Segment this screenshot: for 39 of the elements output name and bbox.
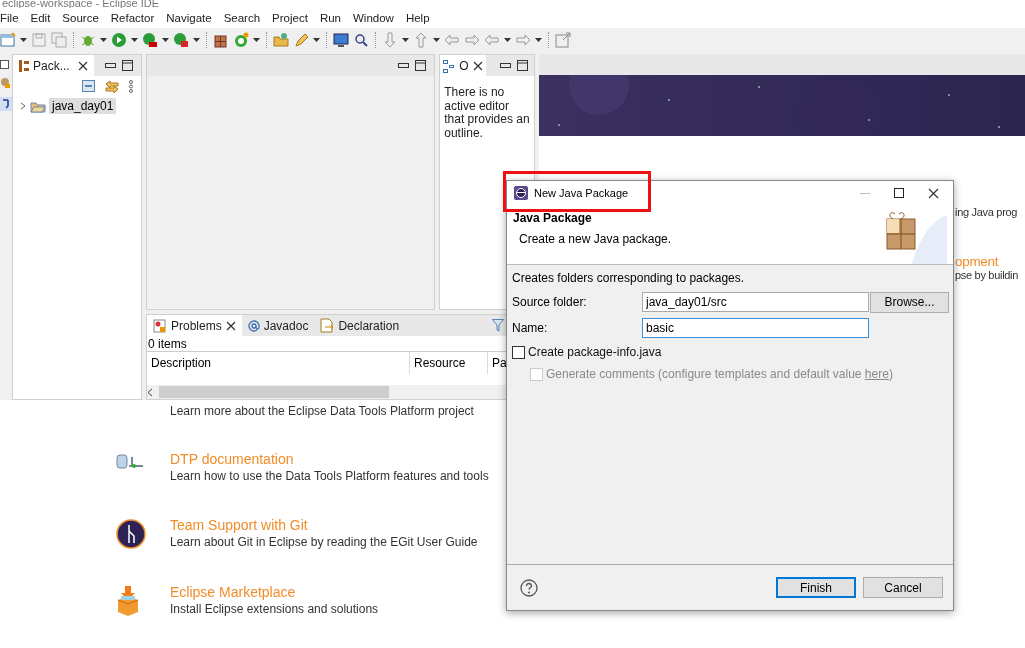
tree-item[interactable]: java_day01 [49,98,117,114]
menu-item[interactable]: Search [217,12,267,24]
view-tab[interactable]: Problems [147,315,242,336]
view-tab[interactable]: Javadoc [241,315,315,336]
description-text: pse by buildin [955,269,1019,281]
menu-item[interactable]: Project [266,12,314,24]
checkbox-label: Generate comments (configure templates and default value here) [546,367,893,381]
page-subtitle: Create a new Java package. [519,232,672,246]
menu-item[interactable]: Help [399,12,436,24]
menu-item[interactable]: Edit [24,12,57,24]
item-count: 0 items [147,336,188,351]
menu-item[interactable]: Source [56,12,105,24]
view-tab[interactable]: Declaration [314,315,406,336]
view-tab[interactable]: O [440,55,486,76]
description-text: ing Java prog [955,206,1018,218]
browse-button[interactable]: Browse... [870,291,949,313]
info-message: Creates folders corresponding to packages. [512,271,746,285]
description-text: Install Eclipse extensions and solutions [170,601,380,616]
column-header[interactable]: Description [147,352,410,374]
menu-item[interactable]: Run [313,12,347,24]
dialog-title: New Java Package [534,187,629,199]
dialog-button[interactable]: Finish [776,577,856,598]
text-field[interactable]: java_day01/src [642,292,869,312]
checkbox-label: Create package-info.java [528,345,662,359]
page-heading: Java Package [513,211,593,225]
description-text: Learn more about the Eclipse Data Tools Platform project [170,404,475,418]
menu-item[interactable]: File [0,12,25,24]
dialog-button[interactable]: Cancel [863,577,943,598]
menu-item[interactable]: Window [347,12,400,24]
view-tab[interactable]: Pack... [13,55,94,76]
field-label: Source folder: [512,295,588,309]
column-header[interactable]: Resource [410,352,488,374]
outline-message: There is no active editor that provides an outline. [444,86,530,140]
description-text: Learn how to use the Data Tools Platform features and tools [170,469,490,484]
field-label: Name: [512,321,549,335]
description-text: Learn about Git in Eclipse by reading the EGit User Guide [170,535,479,550]
menu-item[interactable]: Refactor [104,12,161,24]
text-field[interactable]: basic [642,318,869,338]
menu-item[interactable]: Navigate [160,12,218,24]
